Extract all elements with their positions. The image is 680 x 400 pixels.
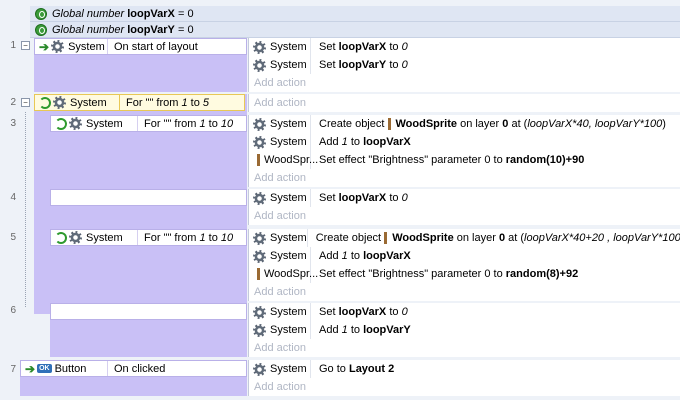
add-action-link[interactable]: Add action [249,283,680,301]
condition-text: For "" from 1 to 10 [144,117,234,130]
woodsprite-icon [257,154,260,166]
collapse-toggle[interactable]: − [21,41,30,50]
global-var-name: loopVarY [127,23,175,36]
global-var-name: loopVarX [127,7,175,20]
event-number: 7 [10,364,16,375]
action-object: System [270,306,307,318]
action-list: Add action [248,94,680,112]
gear-icon [253,58,266,72]
event-number: 1 [10,40,16,51]
gear-icon [253,305,266,319]
condition-text: On start of layout [114,40,198,53]
add-action-link[interactable]: Add action [249,339,680,357]
action-list: System Set loopVarX to 0 System Set loopVa… [248,38,680,92]
action-object: System [270,324,307,336]
gear-icon [51,40,65,53]
condition-row[interactable]: System For "" from 1 to 10 [50,229,247,246]
condition-row-selected[interactable]: System For "" from 1 to 5 [34,94,245,111]
condition-text: On clicked [114,362,166,375]
action-object: System [270,232,307,244]
add-action-link[interactable]: Add action [249,169,680,187]
action-object: System [270,363,307,375]
add-action-link[interactable]: Add action [249,74,680,92]
action-row[interactable]: WoodSpr... Set effect "Brightness" parame… [249,265,680,283]
action-row[interactable]: System Set loopVarX to 0 [249,189,680,207]
trigger-arrow-icon: ➔ [25,361,36,376]
collapse-toggle[interactable]: − [21,98,30,107]
action-row[interactable]: System Add 1 to loopVarY [249,321,680,339]
action-object: System [270,118,307,130]
event-number: 2 [10,97,16,108]
gear-icon [253,231,266,245]
condition-row[interactable]: ➔ OK Button On clicked [20,360,247,377]
action-object: System [270,41,307,53]
condition-row[interactable]: ➔ System On start of layout [34,38,247,55]
action-list: System Go to Layout 2 Add action [248,360,680,396]
global-var-value: = 0 [177,7,194,20]
global-var-value: = 0 [177,23,194,36]
add-action-link[interactable]: Add action [249,378,680,396]
action-row[interactable]: System Create object WoodSprite on layer … [249,229,680,247]
gear-icon [253,135,266,149]
condition-text: For "" from 1 to 5 [126,96,210,109]
action-row[interactable]: System Add 1 to loopVarX [249,247,680,265]
woodsprite-icon [257,268,260,280]
action-object: System [270,136,307,148]
condition-row-empty[interactable] [50,189,247,206]
action-object: System [270,250,307,262]
trigger-arrow-icon: ➔ [39,39,50,54]
gear-icon [253,191,266,205]
gear-icon [253,117,266,131]
event-number: 3 [10,118,16,129]
condition-row[interactable]: System For "" from 1 to 10 [50,115,247,132]
event-number: 4 [10,192,16,203]
tree-line [25,112,26,307]
action-row[interactable]: System Set loopVarX to 0 [249,303,680,321]
condition-object: System [86,231,123,244]
action-object: System [270,59,307,71]
condition-object: System [70,96,107,109]
woodsprite-icon [387,118,391,130]
global-variable-icon [35,7,47,20]
event-number: 6 [10,305,16,316]
add-action-link[interactable]: Add action [249,94,680,112]
action-row[interactable]: System Go to Layout 2 [249,360,680,378]
global-var-label: Global number [52,7,125,20]
action-list: System Create object WoodSprite on layer … [248,115,680,187]
global-var-loopvary[interactable]: Global number loopVarY = 0 [30,22,680,38]
condition-object: Button [54,362,87,375]
condition-text: For "" from 1 to 10 [144,231,234,244]
add-action-link[interactable]: Add action [249,207,680,225]
action-list: System Create object WoodSprite on layer … [248,229,680,301]
condition-row-empty[interactable] [50,303,247,320]
loop-icon [39,96,51,109]
gear-icon [253,249,266,263]
action-list: System Set loopVarX to 0 Add action [248,189,680,225]
global-var-loopvarx[interactable]: Global number loopVarX = 0 [30,6,680,22]
loop-icon [55,117,67,130]
gear-icon [253,40,266,54]
action-object: System [270,192,307,204]
loop-icon [55,231,67,244]
action-row[interactable]: System Create object WoodSprite on layer … [249,115,680,133]
gear-icon [69,117,82,130]
action-row[interactable]: System Add 1 to loopVarX [249,133,680,151]
action-row[interactable]: System Set loopVarX to 0 [249,38,680,56]
woodsprite-icon [384,232,388,244]
event-number: 5 [10,232,16,243]
gear-icon [253,323,266,337]
gear-icon [253,362,266,376]
button-object-icon: OK [37,364,52,373]
condition-object: System [86,117,123,130]
action-list: System Set loopVarX to 0 System Add 1 to l… [248,303,680,357]
gear-icon [53,96,66,109]
condition-object: System [68,40,105,53]
gear-icon [69,231,82,244]
global-variable-icon [35,23,47,36]
action-row[interactable]: System Set loopVarY to 0 [249,56,680,74]
action-row[interactable]: WoodSpr... Set effect "Brightness" parame… [249,151,680,169]
global-var-label: Global number [52,23,125,36]
